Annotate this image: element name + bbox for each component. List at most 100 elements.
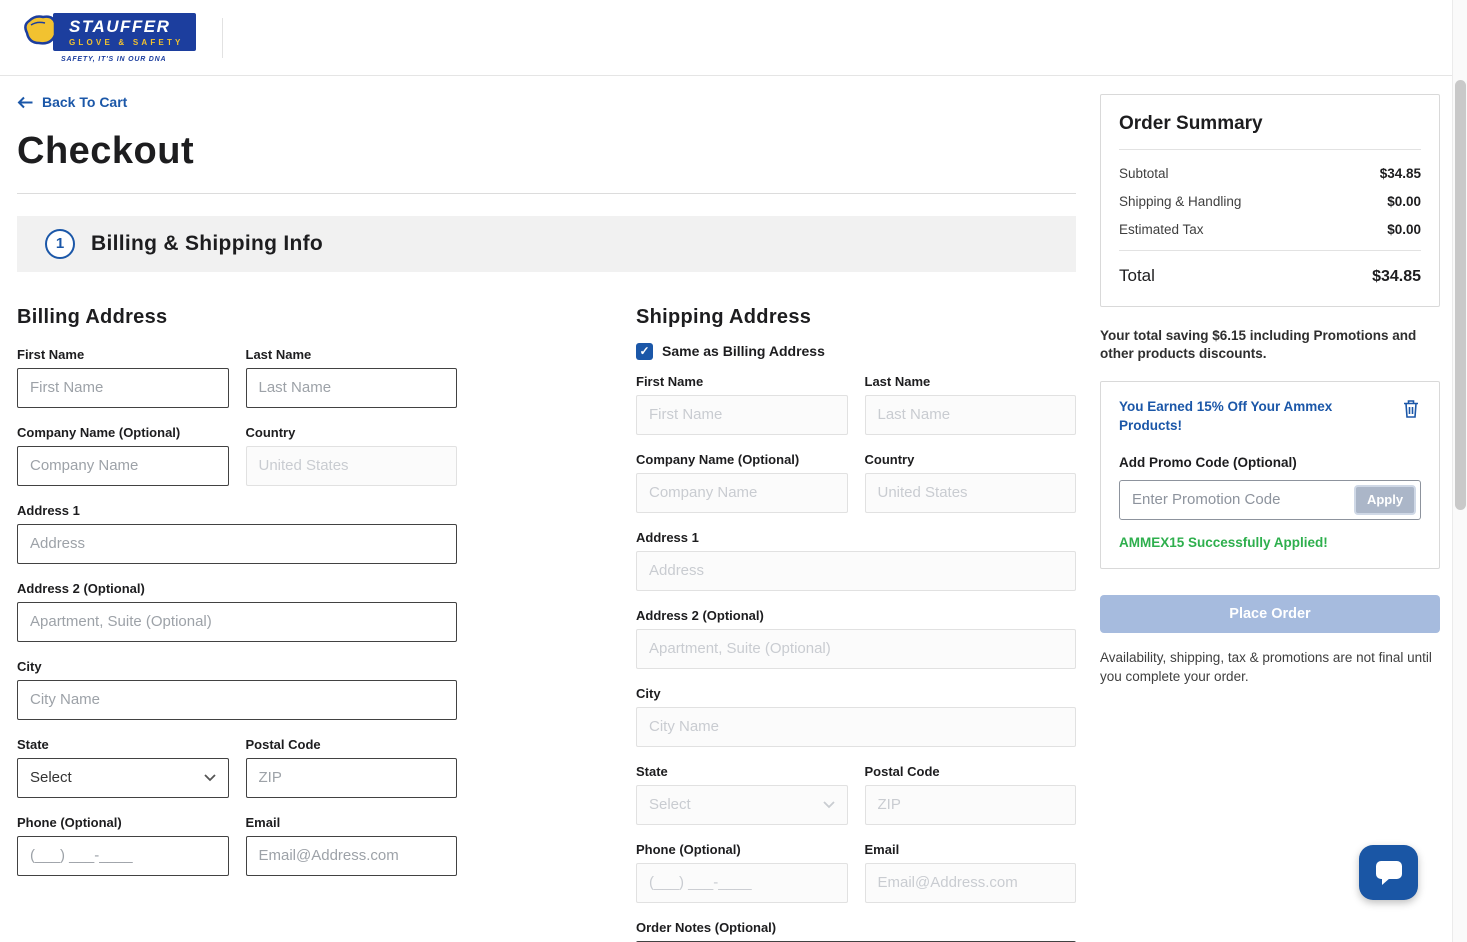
logo-line2: GLOVE & SAFETY <box>69 38 184 47</box>
billing-country-input <box>245 445 457 486</box>
shipping-address-form: Shipping Address ✓ Same as Billing Addre… <box>636 306 1076 942</box>
shipping-first-name-group: First Name <box>636 374 848 435</box>
back-arrow-icon <box>17 96 33 109</box>
shipping-address1-input <box>636 550 1076 591</box>
billing-company-label: Company Name (Optional) <box>17 424 181 440</box>
shipping-address2-label: Address 2 (Optional) <box>636 607 764 623</box>
shipping-first-name-input <box>636 394 848 435</box>
billing-phone-group: Phone (Optional) <box>17 815 229 876</box>
order-summary-title: Order Summary <box>1119 113 1421 150</box>
shipping-country-label: Country <box>864 451 915 467</box>
summary-row: Shipping & Handling $0.00 <box>1119 194 1421 209</box>
trash-icon[interactable] <box>1401 398 1421 420</box>
billing-address1-label: Address 1 <box>17 502 80 518</box>
chat-bubble-icon <box>1374 859 1404 887</box>
billing-city-input[interactable] <box>17 679 457 720</box>
back-to-cart-link[interactable]: Back To Cart <box>17 94 127 110</box>
shipping-company-group: Company Name (Optional) <box>636 452 848 513</box>
billing-city-label: City <box>17 658 42 674</box>
shipping-last-name-input <box>864 394 1076 435</box>
billing-state-select[interactable]: Select <box>17 757 229 798</box>
billing-last-name-label: Last Name <box>245 346 312 362</box>
shipping-email-group: Email <box>864 841 1076 903</box>
order-notes-group: Order Notes (Optional) <box>636 920 1076 942</box>
billing-address1-input[interactable] <box>17 523 457 564</box>
billing-state-group: State Select <box>17 737 229 798</box>
summary-row: Subtotal $34.85 <box>1119 166 1421 181</box>
shipping-state-select: Select <box>636 784 848 825</box>
shipping-phone-group: Phone (Optional) <box>636 842 848 903</box>
billing-address-form: Billing Address First Name Last Name Com… <box>17 306 457 942</box>
apply-promo-button[interactable]: Apply <box>1354 484 1416 515</box>
page-scrollbar[interactable] <box>1452 0 1467 942</box>
billing-last-name-input[interactable] <box>245 367 457 408</box>
shipping-postal-input <box>864 784 1076 825</box>
billing-first-name-label: First Name <box>17 346 85 362</box>
billing-company-input[interactable] <box>17 445 229 486</box>
billing-company-group: Company Name (Optional) <box>17 425 229 486</box>
shipping-handling-label: Shipping & Handling <box>1119 194 1242 209</box>
summary-row: Estimated Tax $0.00 <box>1119 222 1421 237</box>
shipping-postal-label: Postal Code <box>864 763 940 779</box>
savings-note: Your total saving $6.15 including Promot… <box>1100 328 1417 362</box>
shipping-address-title: Shipping Address <box>636 305 812 328</box>
shipping-state-group: State Select <box>636 764 848 825</box>
promo-success-message: AMMEX15 Successfully Applied! <box>1119 534 1328 550</box>
billing-phone-label: Phone (Optional) <box>17 814 122 830</box>
shipping-last-name-group: Last Name <box>864 373 1076 435</box>
billing-first-name-group: First Name <box>17 347 229 408</box>
place-order-button[interactable]: Place Order <box>1100 594 1440 633</box>
scrollbar-thumb[interactable] <box>1455 80 1466 510</box>
billing-postal-input[interactable] <box>245 757 457 798</box>
shipping-country-input <box>864 472 1076 513</box>
same-as-billing-label: Same as Billing Address <box>662 343 825 359</box>
site-header: STAUFFER GLOVE & SAFETY SAFETY, IT'S IN … <box>0 0 1467 76</box>
checkout-main: Back To Cart Checkout 1 Billing & Shippi… <box>17 94 1076 942</box>
billing-address-title: Billing Address <box>17 305 168 328</box>
shipping-email-label: Email <box>864 841 900 857</box>
promo-card: You Earned 15% Off Your Ammex Products! … <box>1100 381 1440 569</box>
chevron-down-icon <box>203 773 216 782</box>
shipping-first-name-label: First Name <box>636 373 704 389</box>
shipping-state-value: Select <box>649 796 691 813</box>
promo-input-wrap: Apply <box>1119 479 1421 520</box>
title-divider <box>17 192 1076 194</box>
section-title: Billing & Shipping Info <box>91 231 324 255</box>
step-number-badge: 1 <box>45 228 75 259</box>
logo-line1: STAUFFER <box>69 17 171 36</box>
shipping-state-label: State <box>636 763 668 779</box>
billing-first-name-input[interactable] <box>17 367 229 408</box>
billing-address1-group: Address 1 <box>17 503 457 564</box>
billing-email-input[interactable] <box>245 835 457 876</box>
logo-wordmark: STAUFFER GLOVE & SAFETY <box>53 13 196 51</box>
billing-shipping-section-header: 1 Billing & Shipping Info <box>17 215 1076 272</box>
stauffer-logo[interactable]: STAUFFER GLOVE & SAFETY SAFETY, IT'S IN … <box>21 13 196 63</box>
shipping-address1-group: Address 1 <box>636 530 1076 591</box>
shipping-city-input <box>636 706 1076 747</box>
billing-address2-input[interactable] <box>17 601 457 642</box>
shipping-city-label: City <box>636 685 661 701</box>
shipping-phone-label: Phone (Optional) <box>636 841 741 857</box>
promo-code-label: Add Promo Code (Optional) <box>1119 454 1297 470</box>
chevron-down-icon <box>822 800 835 809</box>
billing-postal-group: Postal Code <box>245 736 457 798</box>
promo-earned-text: You Earned 15% Off Your Ammex Products! <box>1119 399 1333 433</box>
same-as-billing-checkbox[interactable]: ✓ <box>636 342 653 360</box>
shipping-handling-value: $0.00 <box>1387 194 1421 209</box>
shipping-address2-group: Address 2 (Optional) <box>636 608 1076 669</box>
shipping-last-name-label: Last Name <box>864 373 931 389</box>
billing-country-group: Country <box>245 425 457 486</box>
estimated-tax-value: $0.00 <box>1387 222 1421 237</box>
billing-state-label: State <box>17 736 49 752</box>
billing-phone-input[interactable] <box>17 835 229 876</box>
shipping-phone-input <box>636 862 848 903</box>
billing-postal-label: Postal Code <box>245 736 321 752</box>
subtotal-label: Subtotal <box>1119 166 1169 181</box>
billing-email-label: Email <box>245 814 281 830</box>
order-notes-label: Order Notes (Optional) <box>636 919 777 935</box>
chat-widget-button[interactable] <box>1359 845 1418 900</box>
same-as-billing-checkbox-row[interactable]: ✓ Same as Billing Address <box>636 342 1076 360</box>
shipping-address2-input <box>636 628 1076 669</box>
shipping-company-label: Company Name (Optional) <box>636 451 800 467</box>
shipping-email-input <box>864 862 1076 903</box>
